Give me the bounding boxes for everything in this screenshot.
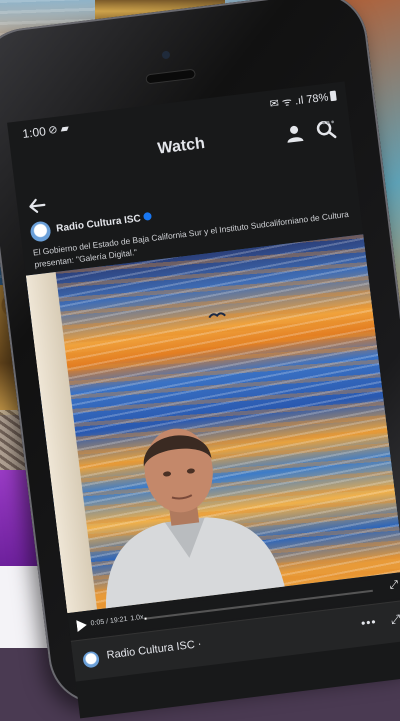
battery-icon [329, 90, 337, 102]
fullscreen-icon[interactable]: ⤢ [389, 579, 399, 593]
progress-fill [144, 617, 147, 620]
video-player[interactable]: ⚙⇲⤢ [25, 234, 400, 614]
avatar[interactable] [82, 650, 101, 669]
playback-speed[interactable]: 1.0x [130, 614, 144, 623]
front-camera [161, 50, 171, 60]
bottom-page-name[interactable]: Radio Cultura ISC · [106, 638, 202, 662]
post-page-name[interactable]: Radio Cultura ISC [56, 211, 153, 235]
smartphone: 1:00 ⊘ ▰ ✉ ᯤ .ıl 78% Watch ••• Radio Cul… [0, 0, 400, 719]
battery-level: 78% [305, 91, 330, 107]
status-right-group: ✉ ᯤ .ıl 78% [269, 89, 337, 112]
earpiece-speaker [146, 69, 195, 84]
video-time: 0:05 / 19:21 [90, 615, 128, 628]
avatar[interactable] [29, 220, 52, 243]
collapse-icon[interactable]: ⤢ [390, 612, 400, 628]
profile-icon[interactable] [281, 120, 308, 147]
play-icon[interactable] [76, 619, 87, 633]
more-options-icon[interactable]: ••• [360, 615, 377, 631]
phone-screen: 1:00 ⊘ ▰ ✉ ᯤ .ıl 78% Watch ••• Radio Cul… [7, 81, 400, 719]
back-arrow-icon[interactable] [24, 192, 51, 219]
status-time: 1:00 [21, 124, 47, 141]
status-left-icons: ⊘ ▰ [47, 122, 70, 137]
video-speaker-person [105, 428, 287, 614]
signal-icons: ✉ ᯤ .ıl [269, 94, 305, 111]
verified-icon [143, 211, 152, 221]
more-options-icon[interactable]: ••• [321, 117, 336, 130]
